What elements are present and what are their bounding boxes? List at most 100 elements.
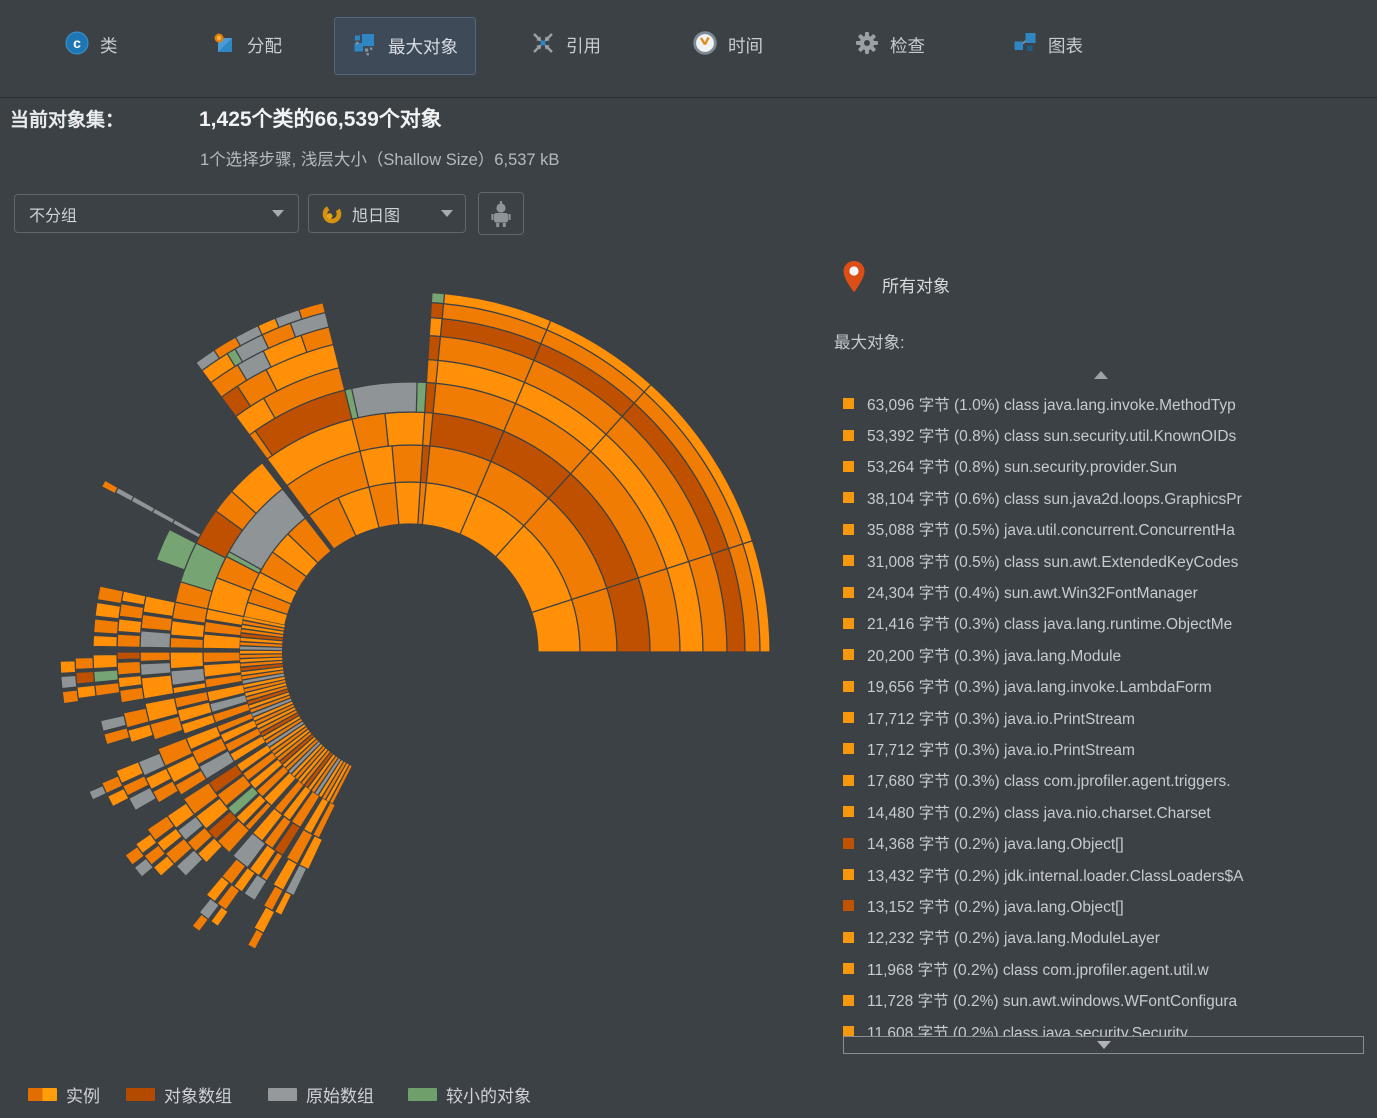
sunburst-segment[interactable] xyxy=(170,652,204,669)
sunburst-segment[interactable] xyxy=(203,652,240,663)
biggest-object-row[interactable]: 20,200 字节 (0.3%) java.lang.Module xyxy=(843,639,1377,670)
sunburst-segment[interactable] xyxy=(93,635,117,646)
sunburst-segment[interactable] xyxy=(143,596,175,617)
sunburst-segment[interactable] xyxy=(95,602,121,618)
sunburst-segment[interactable] xyxy=(392,445,423,483)
biggest-object-row[interactable]: 53,264 字节 (0.8%) sun.security.provider.S… xyxy=(843,451,1377,482)
sunburst-segment[interactable] xyxy=(120,687,145,703)
sunburst-segment[interactable] xyxy=(140,652,170,661)
biggest-object-row[interactable]: 53,392 字节 (0.8%) class sun.security.util… xyxy=(843,419,1377,450)
sunburst-segment[interactable] xyxy=(141,614,172,631)
sunburst-segment[interactable] xyxy=(89,786,106,800)
biggest-object-row[interactable]: 11,968 字节 (0.2%) class com.jprofiler.age… xyxy=(843,953,1377,984)
sunburst-segment[interactable] xyxy=(102,480,119,494)
references-icon xyxy=(530,30,556,61)
location-pin-icon xyxy=(842,260,866,299)
sunburst-segment[interactable] xyxy=(385,412,425,446)
scroll-up-arrow[interactable] xyxy=(1094,371,1108,379)
biggest-object-row[interactable]: 63,096 字节 (1.0%) class java.lang.invoke.… xyxy=(843,388,1377,419)
sunburst-segment[interactable] xyxy=(140,662,171,675)
sunburst-segment[interactable] xyxy=(94,619,119,634)
object-type-bullet xyxy=(843,869,854,880)
sunburst-segment[interactable] xyxy=(62,690,78,704)
tab-allocations[interactable]: 分配 xyxy=(205,17,288,73)
biggest-object-row[interactable]: 17,712 字节 (0.3%) java.io.PrintStream xyxy=(843,733,1377,764)
object-label: 53,264 字节 (0.8%) sun.security.provider.S… xyxy=(867,455,1177,477)
object-type-bullet xyxy=(843,932,854,943)
sunburst-segment[interactable] xyxy=(248,929,264,949)
sunburst-segment[interactable] xyxy=(131,496,155,512)
tab-time[interactable]: 时间 xyxy=(686,17,769,73)
tab-biggest-objects[interactable]: 最大对象 xyxy=(334,17,476,75)
sunburst-segment[interactable] xyxy=(94,670,119,682)
sunburst-segment[interactable] xyxy=(170,637,203,648)
sunburst-segment[interactable] xyxy=(118,619,142,633)
sunburst-segment[interactable] xyxy=(76,671,95,684)
biggest-object-row[interactable]: 38,104 字节 (0.6%) class sun.java2d.loops.… xyxy=(843,482,1377,513)
sunburst-segment[interactable] xyxy=(141,675,173,699)
biggest-object-row[interactable]: 17,680 字节 (0.3%) class com.jprofiler.age… xyxy=(843,765,1377,796)
sunburst-segment[interactable] xyxy=(426,360,438,384)
biggest-object-row[interactable]: 14,480 字节 (0.2%) class java.nio.charset.… xyxy=(843,796,1377,827)
object-type-bullet xyxy=(843,524,854,535)
scroll-down-bar[interactable] xyxy=(843,1036,1364,1054)
tab-label: 时间 xyxy=(728,33,763,58)
sunburst-segment[interactable] xyxy=(117,652,140,660)
sunburst-segment[interactable] xyxy=(416,382,426,412)
biggest-object-row[interactable]: 17,712 字节 (0.3%) java.io.PrintStream xyxy=(843,702,1377,733)
object-label: 19,656 字节 (0.3%) java.lang.invoke.Lambda… xyxy=(867,675,1212,697)
tab-graphs[interactable]: 图表 xyxy=(1006,17,1089,73)
sunburst-segment[interactable] xyxy=(97,586,123,604)
sunburst-segment[interactable] xyxy=(118,676,142,688)
biggest-object-row[interactable]: 19,656 字节 (0.3%) java.lang.invoke.Lambda… xyxy=(843,671,1377,702)
biggest-object-row[interactable]: 35,088 字节 (0.5%) java.util.concurrent.Co… xyxy=(843,514,1377,545)
biggest-object-row[interactable]: 31,008 字节 (0.5%) class sun.awt.ExtendedK… xyxy=(843,545,1377,576)
ai-assistant-button[interactable] xyxy=(478,192,524,235)
sunburst-segment[interactable] xyxy=(428,336,440,361)
chevron-down-icon xyxy=(272,210,284,217)
sunburst-segment[interactable] xyxy=(431,293,444,304)
sunburst-segment[interactable] xyxy=(171,621,205,638)
sunburst-segment[interactable] xyxy=(240,654,282,658)
sunburst-segment[interactable] xyxy=(117,634,140,647)
object-label: 53,392 字节 (0.8%) class sun.security.util… xyxy=(867,424,1236,446)
sunburst-chart[interactable] xyxy=(0,240,820,1000)
biggest-object-row[interactable]: 12,232 字节 (0.2%) java.lang.ModuleLayer xyxy=(843,922,1377,953)
sunburst-segment[interactable] xyxy=(115,488,134,502)
sunburst-segment[interactable] xyxy=(152,508,175,523)
sunburst-segment[interactable] xyxy=(117,661,141,675)
tab-label: 引用 xyxy=(566,33,601,58)
sunburst-segment[interactable] xyxy=(121,591,145,605)
biggest-object-row[interactable]: 11,608 字节 (0.2%) class java.security.Sec… xyxy=(843,1016,1377,1038)
biggest-object-row[interactable]: 13,432 字节 (0.2%) jdk.internal.loader.Cla… xyxy=(843,859,1377,890)
sunburst-segment[interactable] xyxy=(352,382,418,418)
sunburst-icon xyxy=(321,203,343,225)
sunburst-segment[interactable] xyxy=(240,651,282,654)
biggest-object-row[interactable]: 11,728 字节 (0.2%) sun.awt.windows.WFontCo… xyxy=(843,984,1377,1015)
sunburst-segment[interactable] xyxy=(95,683,120,696)
sunburst-segment[interactable] xyxy=(203,634,241,649)
sunburst-segment[interactable] xyxy=(77,685,96,698)
sunburst-segment[interactable] xyxy=(240,647,282,650)
biggest-object-row[interactable]: 14,368 字节 (0.2%) java.lang.Object[] xyxy=(843,827,1377,858)
sunburst-segment[interactable] xyxy=(60,661,76,674)
object-label: 12,232 字节 (0.2%) java.lang.ModuleLayer xyxy=(867,926,1160,948)
sunburst-segment[interactable] xyxy=(61,675,77,688)
sunburst-segment[interactable] xyxy=(430,303,443,319)
biggest-object-row[interactable]: 13,152 字节 (0.2%) java.lang.Object[] xyxy=(843,890,1377,921)
tab-classes[interactable]: c 类 xyxy=(58,17,124,73)
view-type-dropdown[interactable]: 旭日图 xyxy=(308,194,466,233)
sunburst-segment[interactable] xyxy=(93,655,117,669)
sunburst-segment[interactable] xyxy=(395,482,420,524)
sunburst-segment[interactable] xyxy=(75,658,93,670)
sunburst-segment[interactable] xyxy=(119,604,144,619)
tab-inspections[interactable]: 检查 xyxy=(848,17,931,73)
tab-references[interactable]: 引用 xyxy=(524,17,607,73)
grouping-dropdown[interactable]: 不分组 xyxy=(14,194,299,233)
biggest-object-row[interactable]: 21,416 字节 (0.3%) class java.lang.runtime… xyxy=(843,608,1377,639)
biggest-object-row[interactable]: 24,304 字节 (0.4%) sun.awt.Win32FontManage… xyxy=(843,576,1377,607)
sunburst-segment[interactable] xyxy=(429,318,442,337)
sunburst-segment[interactable] xyxy=(140,631,171,648)
legend-label: 实例 xyxy=(66,1082,100,1107)
object-type-bullet xyxy=(843,492,854,503)
